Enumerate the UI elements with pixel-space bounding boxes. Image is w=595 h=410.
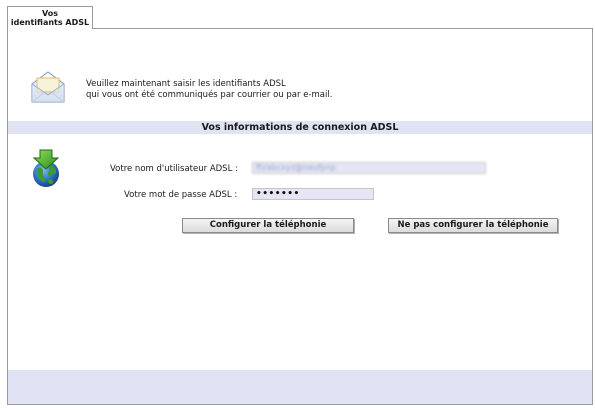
globe-download-icon: [26, 147, 66, 189]
adsl-credentials-window: Vos identifiants ADSL Veuillez maintenan…: [0, 0, 595, 410]
configure-telephony-button[interactable]: Configurer la téléphonie: [182, 218, 354, 233]
intro-line-1: Veuillez maintenant saisir les identifia…: [86, 79, 286, 89]
password-input[interactable]: •••••••: [252, 188, 374, 200]
tab-adsl-credentials[interactable]: Vos identifiants ADSL: [7, 6, 93, 29]
envelope-icon: [28, 68, 68, 106]
tab-label-line2: identifiants ADSL: [10, 18, 90, 27]
tab-label-line1: Vos: [41, 9, 58, 18]
intro-line-2: qui vous ont été communiqués par courrie…: [86, 90, 333, 100]
intro-message: Veuillez maintenant saisir les identifia…: [86, 79, 332, 101]
footer-band: [8, 370, 592, 404]
password-label: Votre mot de passe ADSL :: [124, 190, 238, 200]
section-title: Vos informations de connexion ADSL: [8, 121, 592, 134]
tab-connector: [8, 28, 92, 30]
username-label: Votre nom d'utilisateur ADSL :: [110, 164, 238, 174]
username-input[interactable]: fti/abcxyz@neufpnp: [252, 162, 486, 174]
skip-telephony-button[interactable]: Ne pas configurer la téléphonie: [388, 218, 558, 233]
